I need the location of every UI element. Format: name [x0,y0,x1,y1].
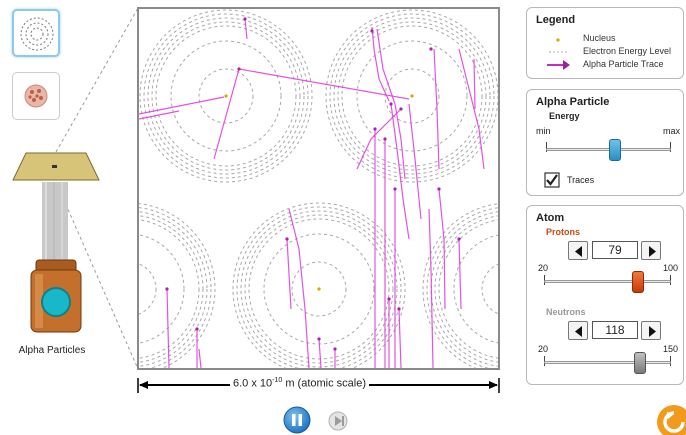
step-button[interactable] [328,411,348,431]
protons-min-label: 20 [538,263,549,273]
traces-checkbox[interactable] [544,172,560,188]
electron-energy-level [139,219,200,359]
alpha-particle [370,29,374,33]
alpha-particle-trace [286,238,292,310]
alpha-particle-trace [371,26,390,102]
atom-panel-title: Atom [536,212,565,224]
reset-button[interactable] [655,402,686,435]
alpha-particle-trace [398,308,402,368]
legend-panel: Legend Nucleus Electron Energy Level Alp… [526,7,684,79]
alpha-particle [165,287,169,291]
protons-max-label: 100 [663,263,679,273]
alpha-particle [383,137,387,141]
nucleus [410,94,414,98]
energy-label: Energy [549,111,580,121]
alpha-particle [237,67,241,71]
alpha-particle-trace [473,58,476,110]
protons-decrement-button[interactable] [568,241,588,260]
left-arrow-icon [575,246,582,257]
alpha-particle-panel: Alpha Particle Energy min max Traces [526,89,684,196]
alpha-particle-gun [12,152,100,333]
pause-button[interactable] [283,406,311,434]
atom-panel: Atom Protons 79 20 100 Neutrons 118 20 1… [526,205,684,385]
alpha-particle [437,187,441,191]
gun-button-icon[interactable] [41,287,71,317]
electron-energy-level [139,203,216,368]
alpha-particle [393,187,397,191]
alpha-particle [285,237,289,241]
scene-canvas [139,9,498,368]
atom-scene [137,7,500,370]
nucleus [224,94,228,98]
right-arrow-icon [649,246,656,257]
alpha-panel-title: Alpha Particle [536,96,610,108]
protons-increment-button[interactable] [641,241,661,260]
alpha-particle-trace [408,103,422,220]
alpha-particle-trace [458,238,462,310]
alpha-particle [243,17,247,21]
protons-slider-thumb[interactable] [631,271,644,293]
gun-label: Alpha Particles [18,345,86,356]
right-arrow-icon [649,326,656,337]
protons-label: Protons [546,227,581,237]
alpha-particle-trace [198,348,202,368]
alpha-particle [333,347,337,351]
alpha-particle [389,102,393,106]
alpha-particle-trace [356,108,402,170]
alpha-particle-trace [433,48,440,170]
neutrons-decrement-button[interactable] [568,321,588,340]
energy-slider-thumb[interactable] [608,139,621,161]
alpha-particle [317,337,321,341]
neutrons-increment-button[interactable] [641,321,661,340]
alpha-particle [195,327,199,331]
neutrons-label: Neutrons [546,307,586,317]
legend-title: Legend [536,14,576,26]
legend-energy-level-label: Electron Energy Level [583,46,672,56]
scale-label: 6.0 x 10-10 m (atomic scale) [230,377,370,390]
left-arrow-icon [575,326,582,337]
neutrons-value[interactable]: 118 [592,321,638,339]
neutrons-min-label: 20 [538,344,549,354]
alpha-particle-trace [213,68,240,160]
protons-slider-track[interactable] [544,280,671,283]
neutrons-slider-track[interactable] [544,361,671,364]
alpha-particle-trace [318,338,322,368]
alpha-particle [373,127,377,131]
alpha-particle [387,297,391,301]
alpha-particle [397,307,401,311]
alpha-particle-trace [428,208,434,368]
electron-energy-level [139,263,157,315]
neutrons-max-label: 150 [663,344,679,354]
alpha-particle [457,237,461,241]
legend-nucleus-label: Nucleus [583,33,616,43]
nucleus-dot-icon [556,38,560,42]
alpha-particle-trace [438,188,446,310]
alpha-particle [399,107,403,111]
energy-max-label: max [663,126,681,136]
protons-value[interactable]: 79 [592,241,638,259]
neutrons-slider-thumb[interactable] [633,352,646,374]
legend-trace-label: Alpha Particle Trace [583,59,664,69]
alpha-particle [429,47,433,51]
nucleus [317,287,321,291]
electron-energy-level [426,207,498,368]
arrow-trace-icon [547,60,570,70]
energy-min-label: min [536,126,551,136]
traces-label: Traces [567,175,595,185]
electron-energy-level [139,234,185,344]
electron-energy-level [481,263,498,315]
alpha-particle-trace [238,68,410,100]
